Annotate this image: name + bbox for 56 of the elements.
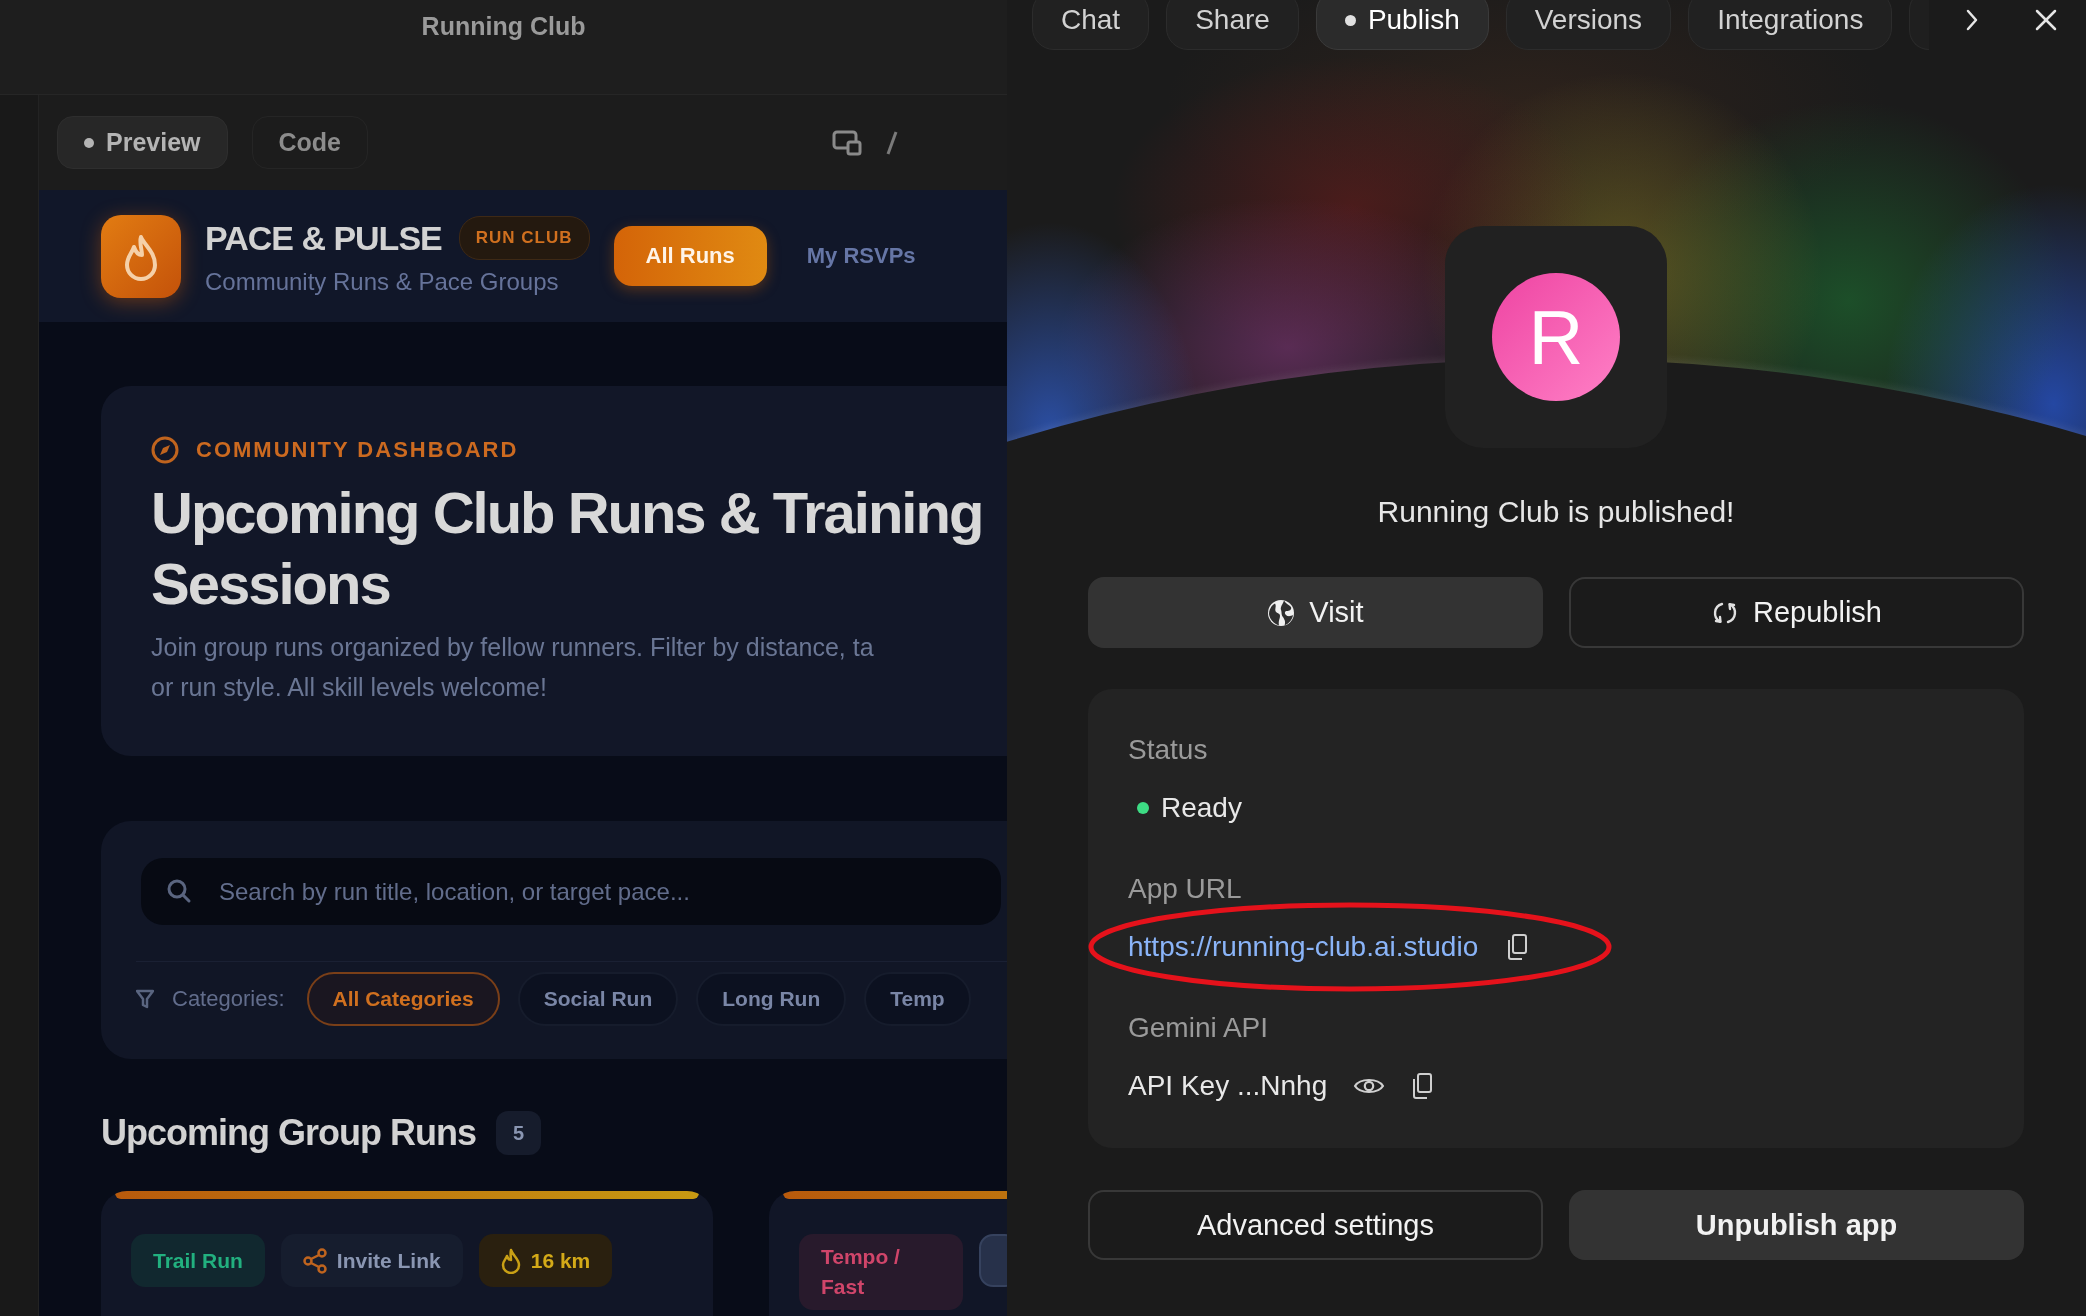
category-chip[interactable]: All Categories xyxy=(306,972,500,1026)
brand-name: PACE & PULSE xyxy=(205,218,442,259)
search-icon xyxy=(166,878,192,904)
field-label: Gemini API xyxy=(1128,1012,1269,1044)
flame-logo-icon xyxy=(101,214,181,298)
search-field[interactable]: Search by run title, location, or target pace... xyxy=(141,858,1001,925)
panel-tab[interactable]: Versions xyxy=(1505,0,1672,50)
api-key-value: API Key ...Nnhg xyxy=(1128,1070,1328,1102)
category-chip[interactable]: Social Run xyxy=(517,972,679,1026)
panel-tab[interactable]: Publish xyxy=(1315,0,1489,50)
club-badge: RUN CLUB xyxy=(458,216,590,260)
page-heading: Upcoming Club Runs & Training Sessions xyxy=(151,479,984,618)
app-initial-avatar: R xyxy=(1492,273,1620,401)
copy-icon[interactable] xyxy=(1506,933,1529,961)
view-tab[interactable]: Code xyxy=(251,116,368,169)
category-tag: Tempo / Fast xyxy=(799,1234,963,1310)
invite-link-button[interactable]: Invite Link xyxy=(280,1234,463,1287)
republish-button[interactable]: Republish xyxy=(1569,577,2024,648)
view-tab[interactable]: Preview xyxy=(57,116,228,169)
dot-icon xyxy=(84,137,94,148)
filter-icon xyxy=(136,989,154,1009)
categories-label: Categories: xyxy=(172,986,285,1012)
globe-icon xyxy=(1267,598,1296,627)
category-chip[interactable]: Long Run xyxy=(696,972,847,1026)
panel-tab[interactable]: Chat xyxy=(1032,0,1150,50)
window-title: Running Club xyxy=(421,11,586,42)
dot-icon xyxy=(1344,14,1356,26)
flame-icon xyxy=(500,1247,521,1274)
close-icon[interactable] xyxy=(2034,8,2059,32)
run-card[interactable]: Trail Run Invite Link 16 km xyxy=(101,1191,713,1316)
tag-chip xyxy=(979,1234,1007,1287)
publish-message: Running Club is published! xyxy=(1376,496,1736,528)
distance-label: 16 km xyxy=(530,1247,591,1274)
category-chip[interactable]: Temp xyxy=(864,972,971,1026)
panel-tab[interactable]: Share xyxy=(1166,0,1299,50)
category-tag: Trail Run xyxy=(131,1234,265,1287)
hero-description: Join group runs organized by fellow runners. Filter by distance, ta or run style. All skill levels welcome! xyxy=(151,632,875,703)
count-badge: 5 xyxy=(496,1111,541,1155)
field-label: App URL xyxy=(1128,873,1242,905)
slash-icon xyxy=(886,129,898,156)
chevron-right-icon[interactable] xyxy=(1965,8,1980,32)
share-icon xyxy=(302,1247,327,1274)
visit-button[interactable]: Visit xyxy=(1088,577,1543,648)
copy-icon[interactable] xyxy=(1411,1072,1434,1100)
eyebrow-label: COMMUNITY DASHBOARD xyxy=(196,437,519,463)
unpublish-button[interactable]: Unpublish app xyxy=(1569,1190,2024,1260)
status-value: Ready xyxy=(1161,792,1242,824)
nav-tab[interactable]: My RSVPs xyxy=(774,226,948,286)
section-heading: Upcoming Group Runs xyxy=(101,1111,476,1155)
field-label: Status xyxy=(1128,734,1208,766)
panel-tab[interactable]: Integrations xyxy=(1688,0,1893,50)
run-card[interactable]: Tempo / Fast xyxy=(769,1191,1007,1316)
brand-tagline: Community Runs & Pace Groups xyxy=(205,268,560,296)
compass-icon xyxy=(151,436,179,464)
device-icon[interactable] xyxy=(832,129,862,156)
advanced-settings-button[interactable]: Advanced settings xyxy=(1088,1190,1543,1260)
